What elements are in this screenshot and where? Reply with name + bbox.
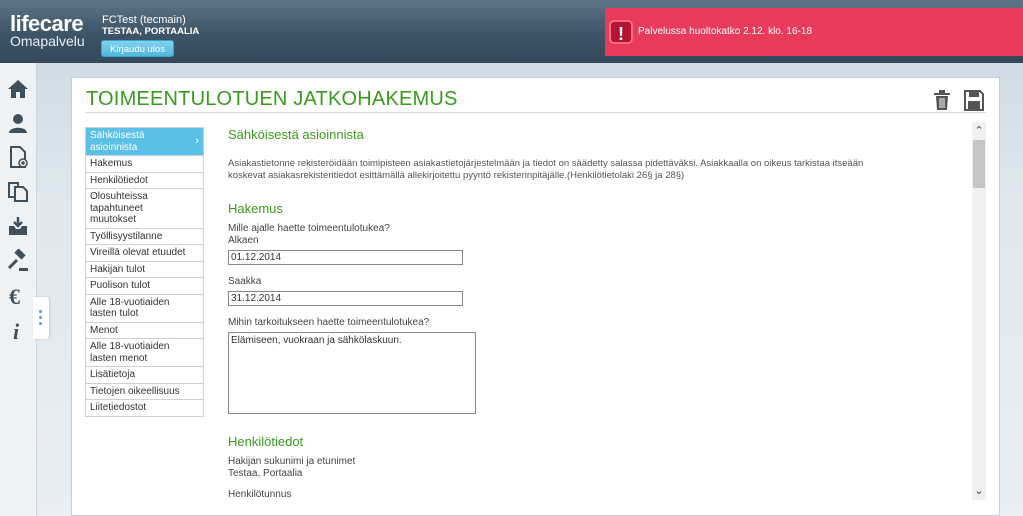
user-name: FCTest (tecmain): [102, 14, 186, 26]
nav-item-puolison-tulot[interactable]: Puolison tulot: [86, 278, 203, 295]
nav-item-liitetiedostot[interactable]: Liitetiedostot: [86, 400, 203, 416]
sidebar: € i: [0, 63, 37, 516]
gavel-icon[interactable]: [6, 248, 30, 273]
section-title-henkilotiedot: Henkilötiedot: [228, 434, 304, 449]
applicant-name-label: Hakijan sukunimi ja etunimet: [228, 456, 356, 467]
ssn-label: Henkilötunnus: [228, 489, 292, 500]
nav-item-henkilotiedot[interactable]: Henkilötiedot: [86, 172, 203, 189]
period-question: Mille ajalle haette toimeentulotukea?: [228, 223, 390, 234]
logo-product: Omapalvelu: [10, 33, 85, 49]
nav-item-vireilla-olevat-etuudet[interactable]: Vireillä olevat etuudet: [86, 245, 203, 262]
info-icon[interactable]: i: [6, 319, 30, 344]
end-date-label: Saakka: [228, 276, 262, 287]
logo[interactable]: lifecare Omapalvelu: [10, 11, 85, 49]
user-client: TESTAA, PORTAALIA: [102, 26, 200, 37]
content-scrollbar[interactable]: ⌃ ⌄: [972, 122, 986, 500]
logout-button[interactable]: Kirjaudu ulos: [101, 40, 174, 57]
nav-item-hakemus[interactable]: Hakemus: [86, 156, 203, 173]
page-title: TOIMEENTULOTUEN JATKOHAKEMUS: [86, 88, 458, 110]
start-date-field[interactable]: 01.12.2014: [228, 250, 463, 265]
application-panel: TOIMEENTULOTUEN JATKOHAKEMUS Sähköisestä…: [71, 77, 1000, 516]
privacy-notice: Asiakastietonne rekisteröidään toimipist…: [228, 158, 864, 181]
new-document-icon[interactable]: [6, 145, 30, 169]
save-icon[interactable]: [964, 89, 984, 111]
section-title-sahkoisesta: Sähköisestä asioinnista: [228, 127, 364, 142]
nav-item-sahkoisesta-asioinnista[interactable]: Sähköisestä asioinnista ›: [86, 128, 203, 156]
service-alert: ! Palvelussa huoltokatko 2.12. klo. 16-1…: [605, 8, 1023, 56]
scrollbar-thumb[interactable]: [973, 140, 985, 188]
applicant-name-value: Testaa, Portaalia: [228, 468, 303, 479]
logo-brand: lifecare: [10, 11, 84, 36]
nav-item-hakijan-tulot[interactable]: Hakijan tulot: [86, 261, 203, 278]
nav-item-label: Sähköisestä asioinnista: [90, 130, 145, 153]
trash-icon[interactable]: [932, 89, 952, 111]
nav-item-olosuhteissa-muutokset[interactable]: Olosuhteissa tapahtuneet muutokset: [86, 189, 203, 229]
purpose-label: Mihin tarkoitukseen haette toimeentulotu…: [228, 317, 430, 328]
nav-item-tyollisyystilanne[interactable]: Työllisyystilanne: [86, 228, 203, 245]
chevron-right-icon: ›: [195, 135, 199, 147]
person-icon[interactable]: [6, 111, 30, 135]
svg-text:€: €: [9, 284, 20, 308]
end-date-field[interactable]: 31.12.2014: [228, 291, 463, 306]
scroll-down-icon[interactable]: ⌄: [972, 484, 986, 498]
euro-icon[interactable]: €: [6, 284, 30, 309]
sidebar-toggle-handle[interactable]: [33, 297, 49, 339]
svg-text:i: i: [13, 319, 20, 343]
nav-item-menot[interactable]: Menot: [86, 322, 203, 339]
nav-item-lasten-tulot[interactable]: Alle 18-vuotiaiden lasten tulot: [86, 294, 203, 323]
start-date-label: Alkaen: [228, 235, 259, 246]
section-title-hakemus: Hakemus: [228, 201, 283, 216]
alert-icon: !: [609, 20, 633, 44]
documents-icon[interactable]: [6, 179, 30, 203]
alert-text: Palvelussa huoltokatko 2.12. klo. 16-18: [638, 26, 812, 37]
user-info: FCTest (tecmain) TESTAA, PORTAALIA: [102, 14, 199, 38]
nav-item-lisatietoja[interactable]: Lisätietoja: [86, 367, 203, 384]
form-content: Sähköisestä asioinnista Asiakastietonne …: [228, 126, 973, 505]
home-icon[interactable]: [6, 77, 30, 101]
scroll-up-icon[interactable]: ⌃: [972, 124, 986, 138]
inbox-icon[interactable]: [6, 214, 30, 238]
nav-item-tietojen-oikeellisuus[interactable]: Tietojen oikeellisuus: [86, 383, 203, 400]
nav-item-lasten-menot[interactable]: Alle 18-vuotiaiden lasten menot: [86, 339, 203, 367]
section-nav: Sähköisestä asioinnista › Hakemus Henkil…: [85, 127, 204, 417]
purpose-textarea[interactable]: Elämiseen, vuokraan ja sähkölaskuun.: [228, 332, 476, 414]
app-header: lifecare Omapalvelu FCTest (tecmain) TES…: [0, 0, 1023, 63]
title-divider: [85, 112, 986, 113]
